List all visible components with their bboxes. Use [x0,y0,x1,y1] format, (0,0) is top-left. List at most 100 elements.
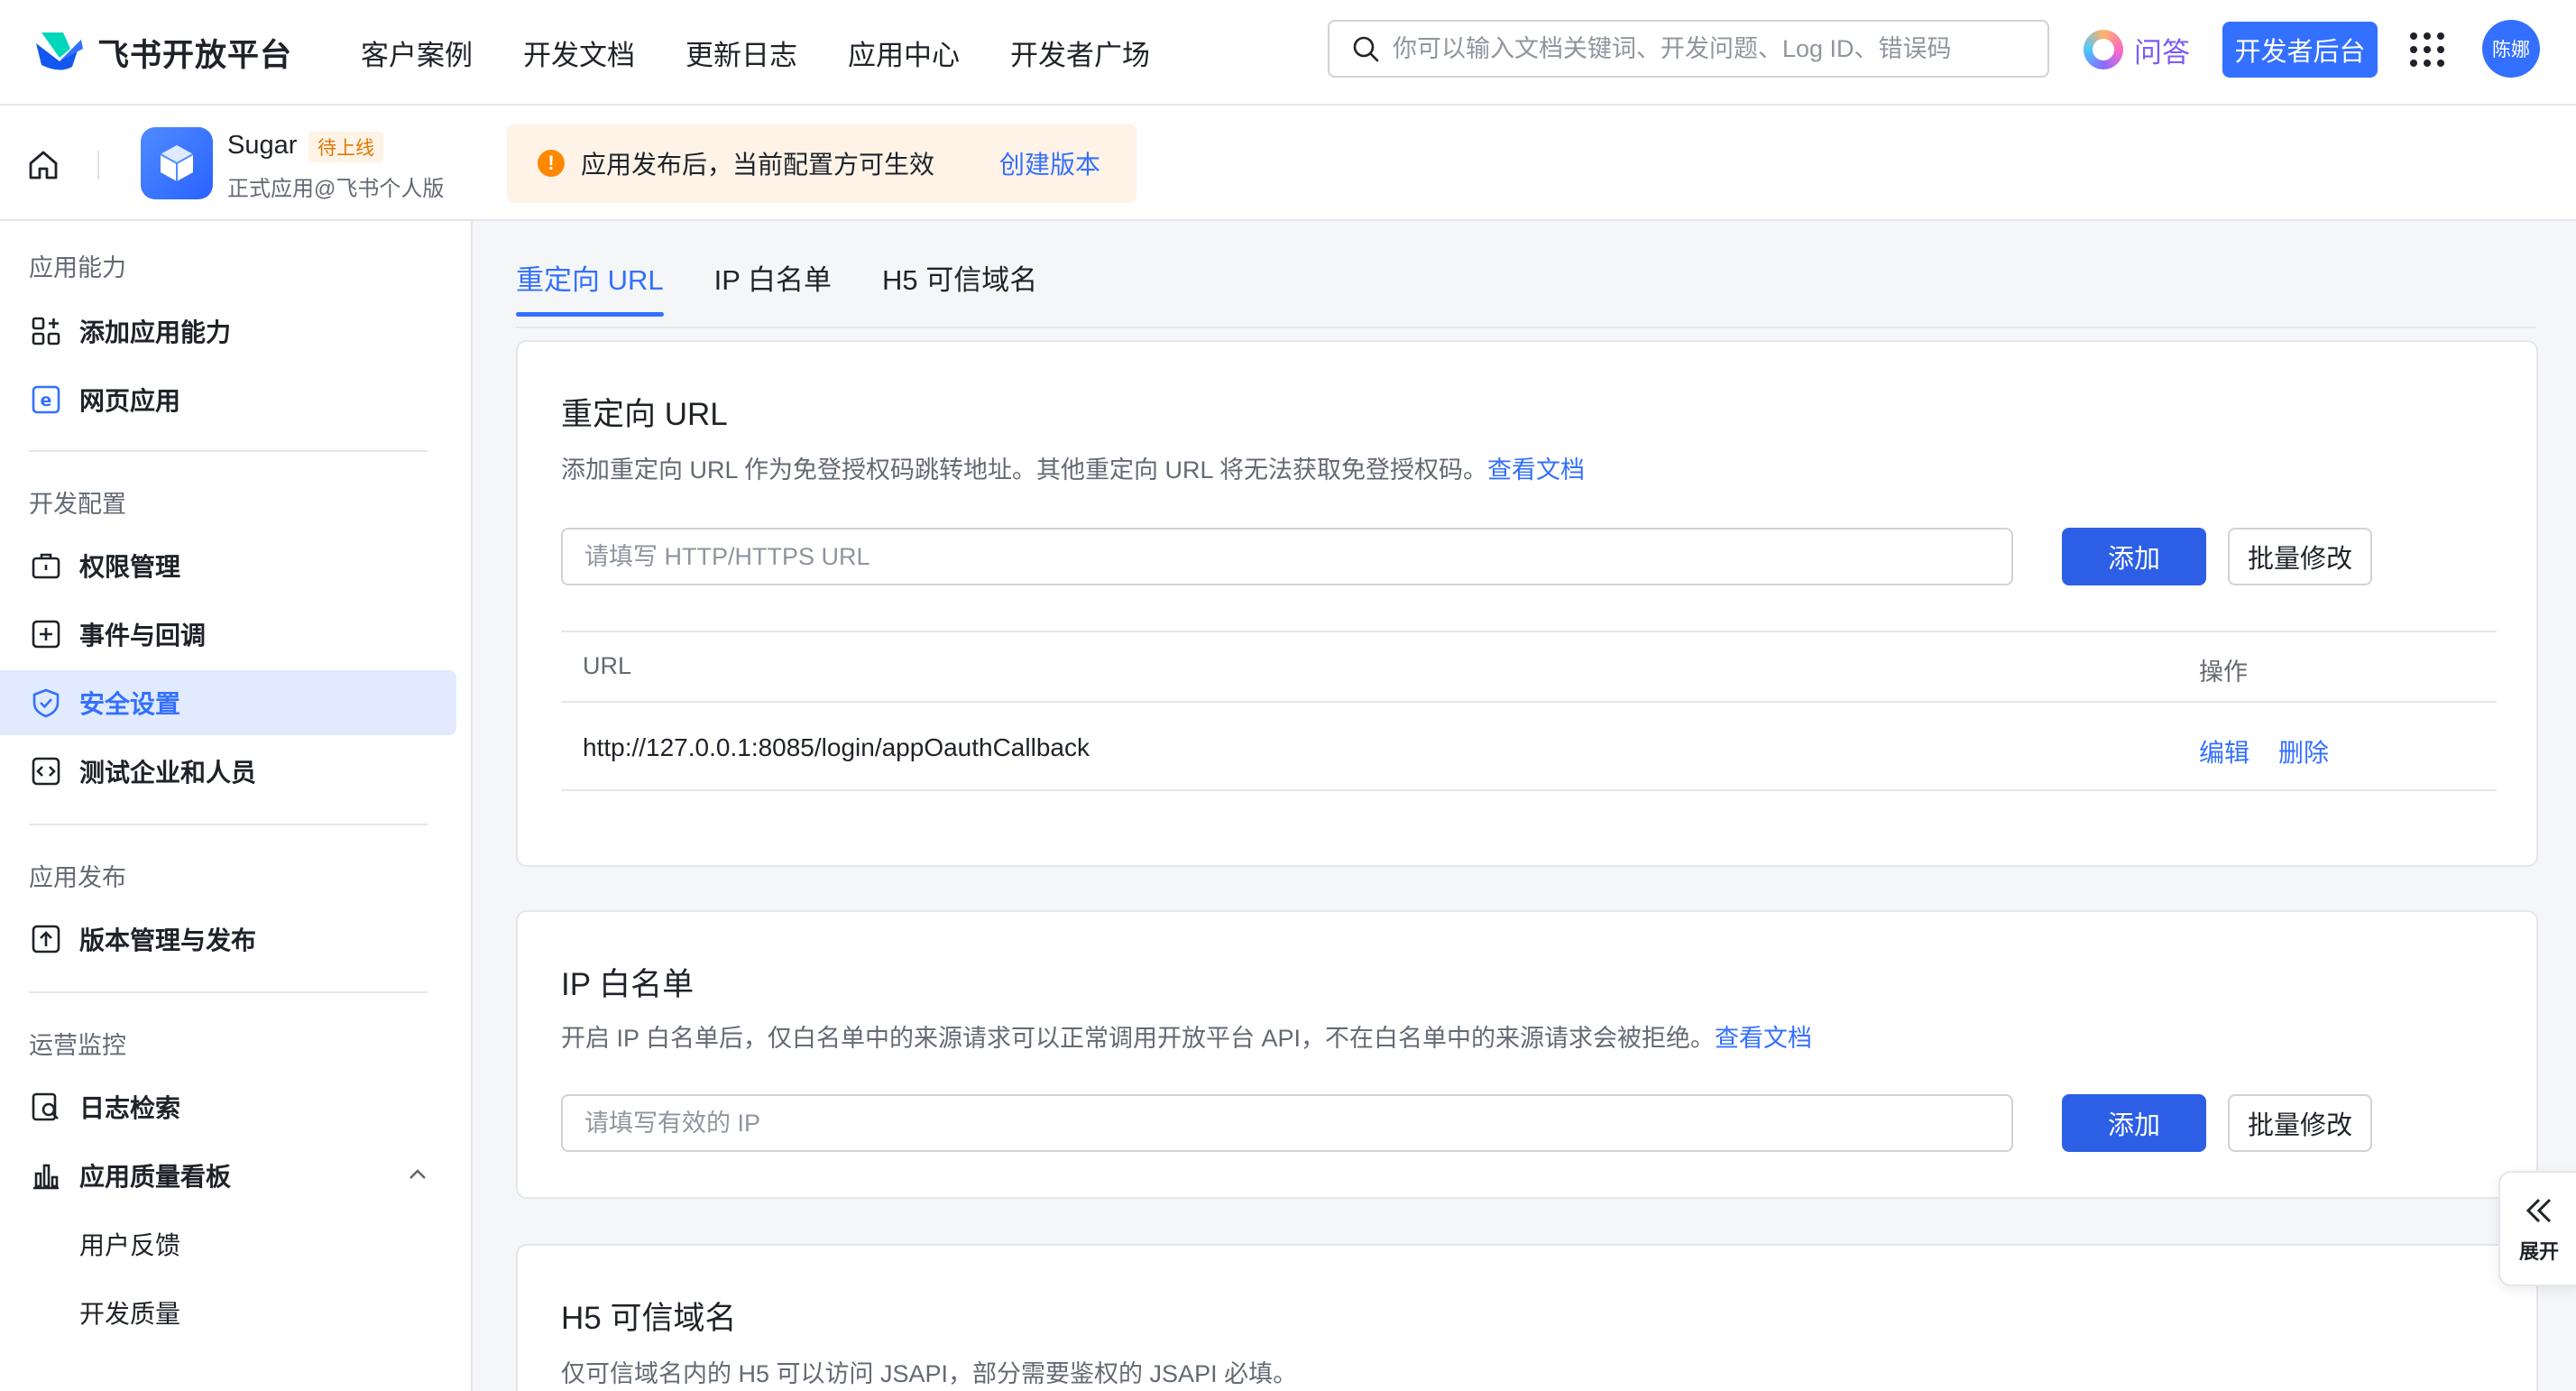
home-icon[interactable] [25,147,61,183]
web-app-icon: e [29,382,63,417]
top-navbar: 飞书开放平台 客户案例 开发文档 更新日志 应用中心 开发者广场 问答 开发者后… [0,0,2576,106]
sidebar: 应用能力 添加应用能力 e 网页应用 开发配置 权限管理 事件与回调 安全设置 [0,221,473,1391]
nav-item-dev-square[interactable]: 开发者广场 [1010,32,1150,73]
card-description: 添加重定向 URL 作为免登授权码跳转地址。其他重定向 URL 将无法获取免登授… [561,450,1585,485]
svg-text:e: e [41,391,52,410]
brand-name: 飞书开放平台 [97,37,293,73]
sidebar-item-add-capability[interactable]: 添加应用能力 [0,299,456,364]
table-header: URL 操作 [561,631,2497,701]
qa-label: 问答 [2134,36,2190,69]
view-docs-link[interactable]: 查看文档 [1715,1025,1812,1052]
table-row: http://127.0.0.1:8085/login/appOauthCall… [561,701,2497,791]
ip-input[interactable] [561,1094,2013,1152]
sidebar-item-label: 用户反馈 [79,1231,181,1259]
card-title: 重定向 URL [561,397,728,432]
app-status-badge: 待上线 [308,132,383,162]
user-avatar[interactable]: 陈娜 [2482,20,2540,78]
batch-edit-ip-button[interactable]: 批量修改 [2228,1094,2372,1152]
code-icon [29,754,63,788]
sidebar-section-title: 应用发布 [29,864,126,891]
sidebar-item-label: 版本管理与发布 [79,926,257,954]
nav-item-docs[interactable]: 开发文档 [523,32,635,73]
sidebar-item-log-search[interactable]: 日志检索 [0,1074,456,1139]
sidebar-subitem-feedback[interactable]: 用户反馈 [0,1211,456,1276]
column-header-url: URL [583,652,632,679]
sidebar-item-label: 应用质量看板 [79,1163,232,1191]
sidebar-section-title: 开发配置 [29,491,126,518]
card-description: 仅可信域名内的 H5 可以访问 JSAPI，部分需要鉴权的 JSAPI 必填。 [561,1360,1298,1387]
apps-grid-icon[interactable] [2410,32,2444,67]
tab-ip-whitelist[interactable]: IP 白名单 [714,257,832,317]
sidebar-item-permissions[interactable]: 权限管理 [0,533,456,598]
feishu-logo-icon [36,32,83,70]
bar-chart-icon [29,1158,63,1193]
ip-whitelist-card: IP 白名单 开启 IP 白名单后，仅白名单中的来源请求可以正常调用开放平台 A… [516,910,2538,1199]
card-description: 开启 IP 白名单后，仅白名单中的来源请求可以正常调用开放平台 API，不在白名… [561,1018,1812,1054]
sidebar-item-quality-board[interactable]: 应用质量看板 [0,1143,456,1208]
header-divider [97,151,99,180]
view-docs-link[interactable]: 查看文档 [1487,456,1585,484]
warning-icon: ! [538,150,565,177]
redirect-url-input[interactable] [561,528,2013,585]
qa-icon [2084,30,2123,69]
log-search-icon [29,1090,63,1124]
sidebar-item-versions[interactable]: 版本管理与发布 [0,907,456,972]
add-redirect-button[interactable]: 添加 [2062,528,2206,585]
tabs-underline [516,327,2536,328]
app-header: Sugar 待上线 正式应用@飞书个人版 ! 应用发布后，当前配置方可生效 创建… [0,106,2576,221]
redirect-url-value: http://127.0.0.1:8085/login/appOauthCall… [583,733,1090,761]
delete-link[interactable]: 删除 [2278,733,2329,769]
add-ip-button[interactable]: 添加 [2062,1094,2206,1152]
sidebar-section-title: 应用能力 [29,254,126,281]
sidebar-item-events[interactable]: 事件与回调 [0,602,456,667]
nav-item-cases[interactable]: 客户案例 [361,32,473,73]
expand-panel-button[interactable]: 展开 [2498,1171,2576,1286]
search-icon [1353,36,1379,62]
card-desc-text: 添加重定向 URL 作为免登授权码跳转地址。其他重定向 URL 将无法获取免登授… [561,456,1488,484]
shield-icon [29,686,63,720]
sidebar-divider [29,450,428,452]
search-input[interactable] [1393,34,2024,63]
chevron-up-icon[interactable] [406,1163,429,1186]
notice-text: 应用发布后，当前配置方可生效 [581,151,935,179]
column-header-actions: 操作 [2199,659,2248,686]
sidebar-section-title: 运营监控 [29,1032,126,1059]
sidebar-item-label: 权限管理 [79,553,181,581]
search-box[interactable] [1328,20,2049,78]
card-title: IP 白名单 [561,967,695,1002]
nav-item-changelog[interactable]: 更新日志 [685,32,797,73]
sidebar-item-web-app[interactable]: e 网页应用 [0,367,456,432]
sidebar-item-security[interactable]: 安全设置 [0,670,456,735]
upload-icon [29,922,63,956]
sidebar-item-label: 添加应用能力 [79,318,232,346]
card-title: H5 可信域名 [561,1301,737,1336]
publish-notice: ! 应用发布后，当前配置方可生效 创建版本 [507,124,1136,203]
briefcase-icon [29,548,63,583]
sidebar-item-label: 事件与回调 [79,622,207,649]
tab-redirect-url[interactable]: 重定向 URL [516,257,664,317]
app-subtitle: 正式应用@飞书个人版 [227,177,445,201]
main-nav: 客户案例 开发文档 更新日志 应用中心 开发者广场 [361,0,1201,106]
card-desc-text: 开启 IP 白名单后，仅白名单中的来源请求可以正常调用开放平台 API，不在白名… [561,1025,1716,1052]
app-cube-icon [141,127,213,199]
tab-bar: 重定向 URL IP 白名单 H5 可信域名 [516,257,1088,317]
create-version-link[interactable]: 创建版本 [999,145,1100,181]
expand-label: 展开 [2518,1240,2559,1263]
dev-console-button[interactable]: 开发者后台 [2222,22,2378,78]
qa-button[interactable]: 问答 [2084,27,2190,72]
sidebar-divider [29,824,428,825]
app-name: Sugar [227,131,298,160]
redirect-url-table: URL 操作 http://127.0.0.1:8085/login/appOa… [561,631,2497,791]
main-content: 重定向 URL IP 白名单 H5 可信域名 重定向 URL 添加重定向 URL… [474,221,2576,1391]
nav-item-app-center[interactable]: 应用中心 [848,32,960,73]
double-chevron-left-icon [2525,1198,2552,1223]
edit-link[interactable]: 编辑 [2199,733,2249,769]
sidebar-item-label: 网页应用 [79,387,181,415]
brand-logo[interactable]: 飞书开放平台 [32,25,292,79]
h5-domain-card: H5 可信域名 仅可信域名内的 H5 可以访问 JSAPI，部分需要鉴权的 JS… [516,1244,2538,1391]
tab-h5-domain[interactable]: H5 可信域名 [882,257,1037,317]
sidebar-subitem-dev-quality[interactable]: 开发质量 [0,1280,456,1345]
sidebar-item-test-tenants[interactable]: 测试企业和人员 [0,739,456,804]
sidebar-item-label: 开发质量 [79,1300,181,1328]
batch-edit-redirect-button[interactable]: 批量修改 [2228,528,2372,585]
